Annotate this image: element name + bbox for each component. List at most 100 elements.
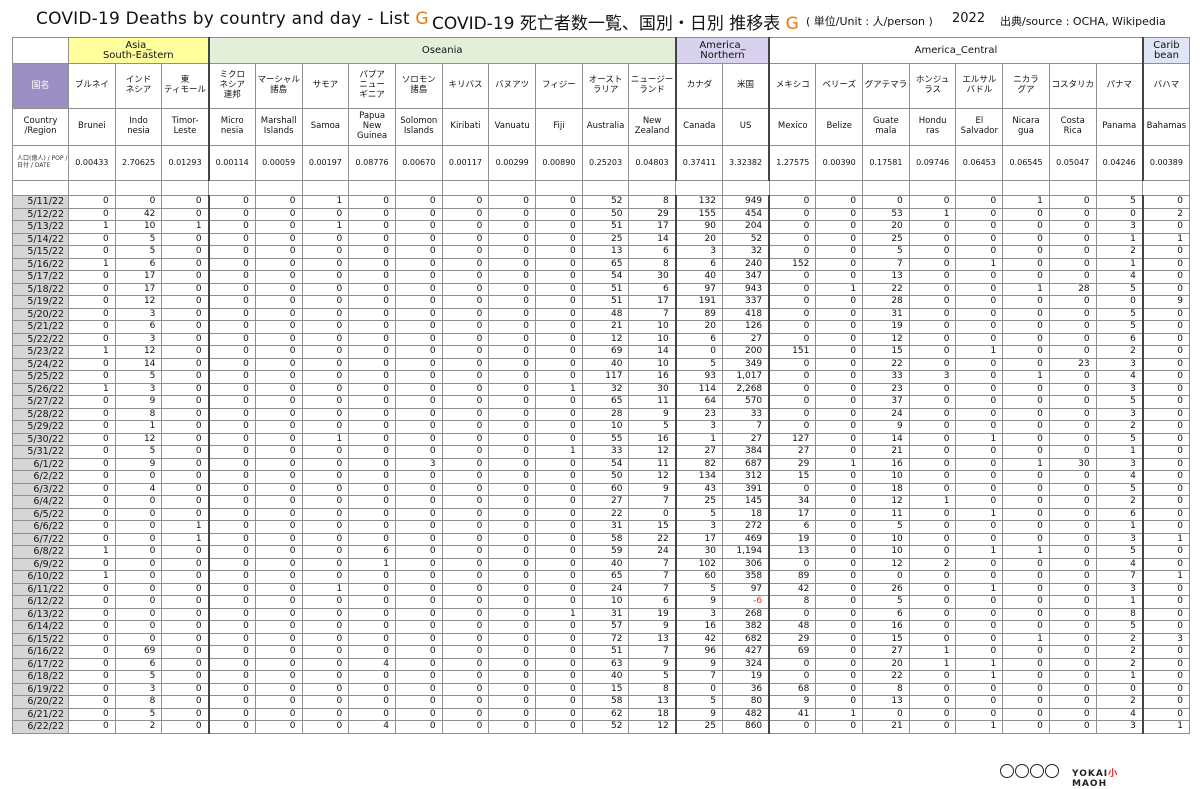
death-count-cell: 0 (394, 645, 443, 659)
death-count-cell: 0 (1141, 507, 1191, 521)
death-count-cell: 0 (488, 595, 537, 609)
death-count-cell: 0 (68, 495, 116, 509)
death-count-cell: 0 (441, 707, 490, 721)
death-count-cell: 2 (1095, 245, 1144, 259)
death-count-cell: 0 (441, 332, 490, 346)
death-count-cell: 0 (908, 482, 957, 496)
death-count-cell: 0 (1048, 620, 1097, 634)
source-label: 出典/source : OCHA, Wikipedia (1000, 15, 1166, 28)
death-count-cell: 0 (348, 607, 396, 621)
death-count-cell: 0 (68, 520, 116, 534)
death-count-cell: 0 (394, 507, 443, 521)
death-count-cell: 0 (535, 432, 583, 446)
death-count-cell: 3 (908, 370, 957, 384)
death-count-cell: 1 (955, 257, 1004, 271)
death-count-cell: 0 (1048, 682, 1097, 696)
death-count-cell: 0 (908, 320, 957, 334)
death-count-cell: 0 (955, 332, 1004, 346)
spacer-cell (488, 180, 537, 196)
death-count-cell: 3 (1095, 382, 1144, 396)
death-count-cell: 5 (1095, 282, 1144, 296)
death-count-cell: 0 (1048, 695, 1097, 709)
country-name-en: Samoa (301, 108, 350, 146)
death-count-cell: 0 (1002, 595, 1050, 609)
death-count-cell: 0 (348, 532, 396, 546)
death-count-cell: 0 (535, 395, 583, 409)
date-cell: 6/2/22 (12, 470, 69, 484)
death-count-cell: -6 (721, 595, 770, 609)
death-count-cell: 0 (1048, 370, 1097, 384)
death-count-cell: 0 (348, 695, 396, 709)
country-name-jp: ニュージー ランド (628, 63, 677, 109)
death-count-cell: 0 (301, 682, 350, 696)
death-count-cell: 0 (114, 632, 163, 646)
date-cell: 5/26/22 (12, 382, 69, 396)
death-count-cell: 0 (207, 682, 256, 696)
death-count-cell: 0 (348, 632, 396, 646)
death-count-cell: 40 (674, 270, 723, 284)
death-count-cell: 58 (581, 695, 630, 709)
country-name-en: Nicara gua (1002, 108, 1050, 146)
death-count-cell: 12 (628, 470, 677, 484)
death-count-cell: 0 (535, 520, 583, 534)
death-count-cell: 0 (908, 470, 957, 484)
death-count-cell: 0 (488, 432, 537, 446)
death-count-cell: 268 (721, 607, 770, 621)
region-header: Asia_ South-Eastern (67, 37, 210, 64)
death-count-cell: 0 (488, 507, 537, 521)
death-count-cell: 0 (254, 382, 303, 396)
death-count-cell: 0 (1048, 382, 1097, 396)
death-count-cell: 9 (628, 657, 677, 671)
death-count-cell: 0 (815, 295, 864, 309)
country-name-en: Guate mala (862, 108, 910, 146)
death-count-cell: 5 (862, 595, 910, 609)
death-count-cell: 2 (1095, 645, 1144, 659)
death-count-cell: 7 (721, 420, 770, 434)
death-count-cell: 11 (862, 507, 910, 521)
death-count-cell: 0 (441, 220, 490, 234)
death-count-cell: 7 (628, 495, 677, 509)
death-count-cell: 0 (254, 232, 303, 246)
death-count-cell: 9 (628, 482, 677, 496)
death-count-cell: 97 (674, 282, 723, 296)
death-count-cell: 0 (394, 495, 443, 509)
table-row: 5/15/22 0 5 0 0 0 0 0 0 0 0 0 13 6 3 32 0 0 5 0 0 0 0 2 0 (12, 245, 1191, 259)
death-count-cell: 20 (862, 657, 910, 671)
death-count-cell: 4 (348, 720, 396, 734)
death-count-cell: 51 (581, 295, 630, 309)
death-count-cell: 0 (441, 682, 490, 696)
population-value: 0.00890 (535, 145, 583, 181)
spacer-cell (1002, 180, 1050, 196)
death-count-cell: 0 (1141, 645, 1191, 659)
death-count-cell: 25 (674, 720, 723, 734)
death-count-cell: 93 (674, 370, 723, 384)
spacer-cell (348, 180, 396, 196)
death-count-cell: 0 (535, 620, 583, 634)
death-count-cell: 0 (441, 595, 490, 609)
death-count-cell: 8 (114, 695, 163, 709)
region-header: America_Central (768, 37, 1144, 64)
death-count-cell: 0 (768, 295, 817, 309)
death-count-cell: 0 (768, 382, 817, 396)
death-count-cell: 0 (394, 445, 443, 459)
death-count-cell: 1 (1002, 632, 1050, 646)
death-count-cell: 0 (815, 632, 864, 646)
death-count-cell: 0 (441, 545, 490, 559)
death-count-cell: 0 (207, 307, 256, 321)
death-count-cell: 0 (68, 232, 116, 246)
death-count-cell: 0 (161, 645, 210, 659)
death-count-cell: 1 (68, 257, 116, 271)
spacer-cell (1095, 180, 1144, 196)
death-count-cell: 30 (628, 382, 677, 396)
death-count-cell: 0 (301, 557, 350, 571)
death-count-cell: 0 (1141, 282, 1191, 296)
date-cell: 5/23/22 (12, 345, 69, 359)
death-count-cell: 9 (114, 457, 163, 471)
table-row: 5/14/22 0 5 0 0 0 0 0 0 0 0 0 25 14 20 52 0 0 25 0 0 0 0 1 1 (12, 232, 1191, 246)
country-name-jp: ホンジュ ラス (908, 63, 957, 109)
death-count-cell: 0 (1002, 220, 1050, 234)
country-name-en: Vanuatu (488, 108, 537, 146)
death-count-cell: 51 (581, 282, 630, 296)
death-count-cell: 0 (908, 332, 957, 346)
death-count-cell: 0 (394, 420, 443, 434)
